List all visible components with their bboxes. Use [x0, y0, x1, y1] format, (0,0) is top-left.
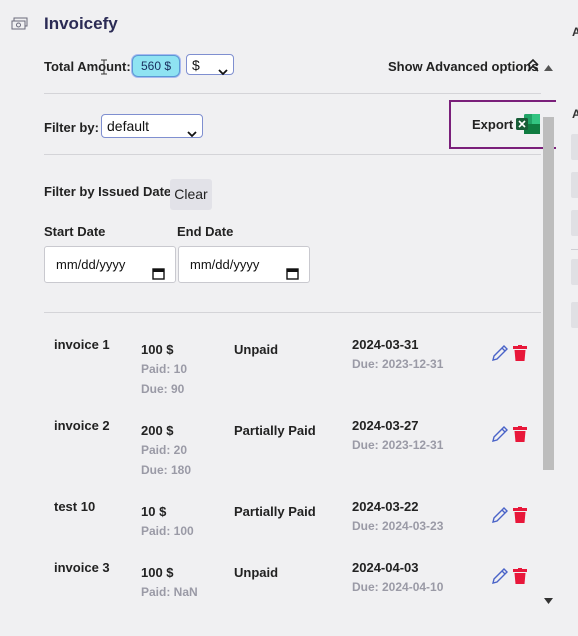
invoicefy-panel: Invoicefy Total Amount: 560 $ $ Show Adv…	[0, 0, 558, 636]
adjacent-panel-divider	[571, 249, 578, 250]
invoice-name: invoice 2	[54, 418, 110, 433]
invoice-status: Partially Paid	[234, 504, 316, 519]
adjacent-panel-field[interactable]	[571, 210, 578, 236]
invoice-due-date: Due: 2023-12-31	[352, 357, 444, 371]
money-icon	[11, 17, 29, 31]
trash-icon[interactable]	[513, 426, 527, 442]
adjacent-panel-field[interactable]	[571, 259, 578, 285]
chevron-up-double-icon[interactable]	[526, 57, 540, 73]
adjacent-panel-heading: A	[572, 107, 578, 121]
divider	[44, 312, 541, 313]
start-date-label: Start Date	[44, 224, 106, 239]
adjacent-panel-field[interactable]	[571, 134, 578, 160]
edit-pencil-icon[interactable]	[490, 343, 510, 363]
invoice-paid: Paid: NaN	[141, 585, 198, 599]
divider	[44, 154, 541, 155]
divider	[44, 93, 541, 94]
invoice-paid: Paid: 100	[141, 524, 194, 538]
trash-icon[interactable]	[513, 345, 527, 361]
end-date-input[interactable]: mm/dd/yyyy	[178, 246, 310, 283]
invoice-name: invoice 1	[54, 337, 110, 352]
edit-pencil-icon[interactable]	[490, 566, 510, 586]
invoice-date: 2024-03-22	[352, 499, 419, 514]
excel-icon	[515, 113, 541, 135]
invoice-name: invoice 3	[54, 560, 110, 575]
total-amount-label: Total Amount:	[44, 59, 131, 74]
export-label: Export	[472, 117, 514, 132]
issued-date-filter-label: Filter by Issued Date:	[44, 184, 176, 199]
invoice-amount: 100 $	[141, 342, 174, 357]
end-date-label: End Date	[177, 224, 234, 239]
scrollbar-thumb[interactable]	[543, 117, 554, 470]
calendar-icon[interactable]	[286, 258, 299, 280]
trash-icon[interactable]	[513, 507, 527, 523]
invoice-paid: Paid: 10	[141, 362, 188, 376]
invoice-amount: 100 $	[141, 565, 174, 580]
calendar-icon[interactable]	[152, 258, 165, 280]
edit-pencil-icon[interactable]	[490, 505, 510, 525]
currency-selected-value: $	[192, 57, 200, 73]
filter-select[interactable]: default	[101, 114, 203, 138]
edit-pencil-icon[interactable]	[490, 424, 510, 444]
scroll-down-arrow-icon[interactable]	[544, 591, 553, 604]
scroll-up-arrow-icon[interactable]	[544, 58, 553, 71]
invoice-amount: 200 $	[141, 423, 174, 438]
invoice-name: test 10	[54, 499, 96, 514]
clear-button[interactable]: Clear	[170, 179, 212, 210]
total-amount-badge: 560 $	[132, 55, 180, 77]
invoice-date: 2024-03-27	[352, 418, 419, 433]
advanced-options-toggle[interactable]: Show Advanced options	[388, 59, 538, 74]
export-button[interactable]: Export	[449, 100, 558, 149]
app-title: Invoicefy	[44, 14, 118, 33]
invoice-amount: 10 $	[141, 504, 167, 519]
trash-icon[interactable]	[513, 568, 527, 584]
invoice-paid: Paid: 20	[141, 443, 188, 457]
chevron-down-icon	[187, 122, 197, 138]
invoice-due: Due: 90	[141, 382, 185, 396]
invoice-due-date: Due: 2024-03-23	[352, 519, 444, 533]
invoice-due-date: Due: 2024-04-10	[352, 580, 444, 594]
currency-select[interactable]: $	[186, 54, 234, 76]
text-cursor-icon	[100, 59, 108, 75]
adjacent-panel-heading: A	[572, 25, 578, 39]
filter-label: Filter by:	[44, 120, 99, 135]
invoice-status: Partially Paid	[234, 423, 316, 438]
start-date-input[interactable]: mm/dd/yyyy	[44, 246, 176, 283]
adjacent-panel-field[interactable]	[571, 302, 578, 328]
adjacent-panel-field[interactable]	[571, 172, 578, 198]
invoice-status: Unpaid	[234, 342, 279, 357]
invoice-date: 2024-03-31	[352, 337, 419, 352]
filter-selected-value: default	[107, 118, 150, 134]
invoice-due: Due: 180	[141, 463, 192, 477]
invoice-status: Unpaid	[234, 565, 279, 580]
start-date-placeholder: mm/dd/yyyy	[56, 257, 126, 272]
chevron-down-icon	[218, 61, 228, 76]
end-date-placeholder: mm/dd/yyyy	[190, 257, 260, 272]
invoice-due-date: Due: 2023-12-31	[352, 438, 444, 452]
invoice-date: 2024-04-03	[352, 560, 419, 575]
